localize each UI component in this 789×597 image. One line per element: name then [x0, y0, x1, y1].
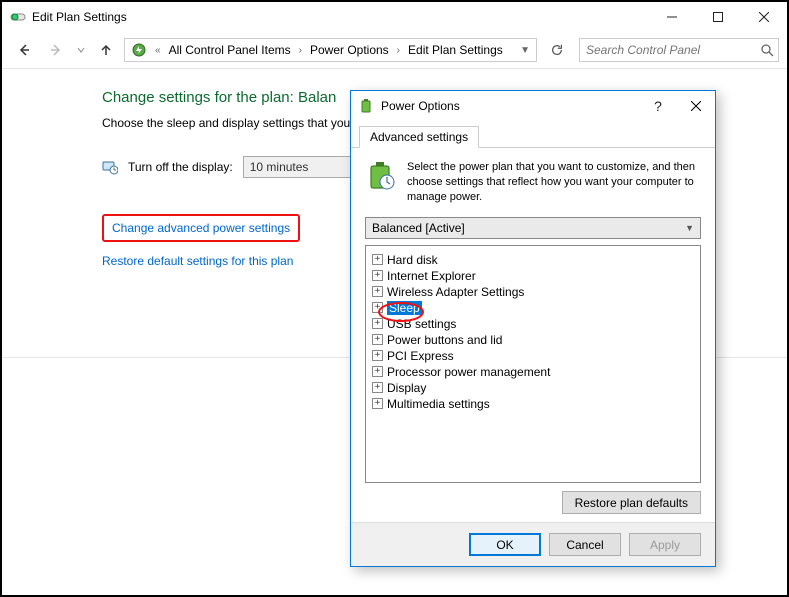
chevron-down-icon: ▼: [685, 223, 694, 233]
breadcrumb-item[interactable]: Power Options: [306, 43, 393, 57]
display-timeout-label: Turn off the display:: [128, 160, 233, 174]
power-plan-icon: [365, 160, 397, 192]
tree-item-hard-disk[interactable]: +Hard disk: [370, 252, 696, 268]
power-plan-dropdown[interactable]: Balanced [Active] ▼: [365, 217, 701, 239]
power-plan-selected: Balanced [Active]: [372, 221, 465, 235]
monitor-clock-icon: [102, 159, 118, 175]
heading-prefix: Change settings for the plan:: [102, 89, 298, 106]
dialog-help-button[interactable]: ?: [639, 91, 677, 121]
dialog-intro-text: Select the power plan that you want to c…: [407, 160, 701, 205]
breadcrumb-separator: «: [151, 45, 165, 56]
search-icon: [760, 43, 774, 57]
apply-button[interactable]: Apply: [629, 533, 701, 556]
breadcrumb[interactable]: « All Control Panel Items › Power Option…: [124, 38, 537, 62]
tree-item-usb-settings[interactable]: +USB settings: [370, 316, 696, 332]
nav-up-button[interactable]: [92, 36, 120, 64]
power-options-icon: [131, 42, 147, 58]
expand-icon[interactable]: +: [372, 286, 383, 297]
dialog-tab-strip: Advanced settings: [351, 121, 715, 148]
dialog-footer: OK Cancel Apply: [351, 522, 715, 566]
ok-button[interactable]: OK: [469, 533, 541, 556]
expand-icon[interactable]: +: [372, 334, 383, 345]
chevron-right-icon[interactable]: ›: [393, 45, 404, 56]
search-box[interactable]: [579, 38, 779, 62]
breadcrumb-item[interactable]: All Control Panel Items: [165, 43, 295, 57]
dialog-title: Power Options: [381, 99, 639, 113]
display-timeout-value: 10 minutes: [250, 160, 309, 174]
expand-icon[interactable]: +: [372, 254, 383, 265]
tree-item-wireless-adapter[interactable]: +Wireless Adapter Settings: [370, 284, 696, 300]
tab-advanced-settings[interactable]: Advanced settings: [359, 126, 479, 148]
expand-icon[interactable]: +: [372, 318, 383, 329]
breadcrumb-item[interactable]: Edit Plan Settings: [404, 43, 507, 57]
tree-item-multimedia[interactable]: +Multimedia settings: [370, 396, 696, 412]
tree-item-internet-explorer[interactable]: +Internet Explorer: [370, 268, 696, 284]
advanced-power-settings-link[interactable]: Change advanced power settings: [112, 221, 290, 235]
navigation-bar: « All Control Panel Items › Power Option…: [2, 32, 787, 68]
search-input[interactable]: [584, 42, 760, 58]
tree-item-display[interactable]: +Display: [370, 380, 696, 396]
expand-icon[interactable]: +: [372, 398, 383, 409]
refresh-button[interactable]: [545, 38, 569, 62]
advanced-link-highlight: Change advanced power settings: [102, 214, 300, 242]
heading-plan-name: Balan: [298, 89, 336, 106]
breadcrumb-dropdown[interactable]: ▼: [516, 45, 534, 56]
cancel-button[interactable]: Cancel: [549, 533, 621, 556]
settings-tree[interactable]: +Hard disk +Internet Explorer +Wireless …: [365, 245, 701, 483]
expand-icon[interactable]: +: [372, 270, 383, 281]
expand-icon[interactable]: +: [372, 366, 383, 377]
chevron-right-icon[interactable]: ›: [295, 45, 306, 56]
minimize-button[interactable]: [649, 2, 695, 32]
maximize-button[interactable]: [695, 2, 741, 32]
power-slider-icon: [10, 9, 26, 25]
tree-item-power-buttons-lid[interactable]: +Power buttons and lid: [370, 332, 696, 348]
battery-icon: [359, 98, 375, 114]
nav-back-button[interactable]: [10, 36, 38, 64]
dialog-titlebar[interactable]: Power Options ?: [351, 91, 715, 121]
expand-icon[interactable]: +: [372, 382, 383, 393]
tree-item-processor-power[interactable]: +Processor power management: [370, 364, 696, 380]
nav-history-dropdown[interactable]: [74, 36, 88, 64]
dialog-close-button[interactable]: [677, 91, 715, 121]
close-button[interactable]: [741, 2, 787, 32]
expand-icon[interactable]: +: [372, 350, 383, 361]
window-title: Edit Plan Settings: [32, 10, 649, 24]
nav-forward-button[interactable]: [42, 36, 70, 64]
power-options-dialog: Power Options ? Advanced settings Select…: [350, 90, 716, 567]
tree-item-pci-express[interactable]: +PCI Express: [370, 348, 696, 364]
expand-icon[interactable]: +: [372, 302, 383, 313]
tree-item-sleep[interactable]: +Sleep: [370, 300, 696, 316]
window-titlebar: Edit Plan Settings: [2, 2, 787, 32]
restore-plan-defaults-button[interactable]: Restore plan defaults: [562, 491, 701, 514]
